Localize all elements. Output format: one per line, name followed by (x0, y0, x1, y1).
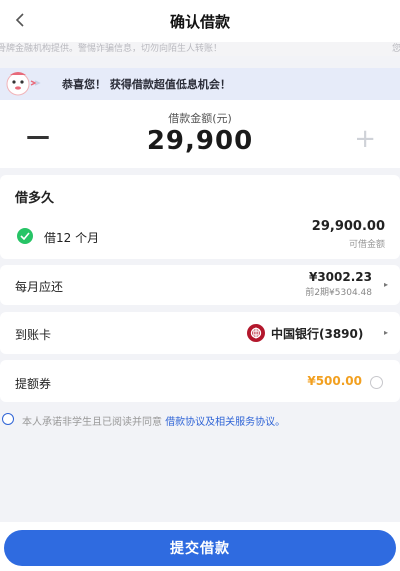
monthly-label: 每月应还 (15, 280, 64, 294)
mascot-icon (2, 69, 42, 99)
agreement-text: 本人承诺非学生且已阅读并同意 借款协议及相关服务协议。 (22, 413, 285, 428)
notice-text: 中骨牌金融机构提供。警惕诈骗信息，切勿向陌生人转账！ (0, 44, 223, 54)
agreement-radio[interactable] (2, 413, 14, 425)
term-title: 借多久 (15, 191, 55, 206)
bank-logo-icon (247, 324, 265, 342)
agreement-prefix: 本人承诺非学生且已阅读并同意 (22, 417, 162, 428)
notice-marquee: 中骨牌金融机构提供。警惕诈骗信息，切勿向陌生人转账！ 您 (0, 42, 400, 56)
term-card: 借多久 (0, 175, 400, 259)
promo-text: 恭喜您！ 获得借款超值低息机会！ (62, 78, 231, 91)
back-icon[interactable] (10, 10, 30, 30)
monthly-sub: 前2期¥5304.48 (305, 288, 372, 298)
coupon-amount: ¥500.00 (307, 374, 362, 388)
term-option[interactable]: 借12 个月 (44, 229, 99, 246)
bank-name: 中国银行(3890) (271, 327, 364, 341)
agreement-link[interactable]: 借款协议及相关服务协议。 (165, 417, 285, 428)
monthly-amount: ¥3002.23 (308, 270, 372, 284)
available-amount-label: 可借金额 (348, 240, 385, 250)
bank-label: 到账卡 (15, 328, 52, 342)
page-title: 确认借款 (169, 12, 230, 31)
chevron-right-icon: ▸ (383, 280, 388, 289)
check-icon[interactable] (17, 228, 33, 244)
increase-button[interactable]: + (354, 124, 376, 154)
amount-label: 借款金额(元) (168, 112, 232, 125)
chevron-right-icon: ▸ (383, 328, 388, 337)
top-bar: 确认借款 (0, 0, 400, 42)
coupon-radio[interactable] (370, 376, 383, 389)
submit-button[interactable]: 提交借款 (4, 530, 396, 566)
coupon-label: 提额券 (15, 377, 52, 391)
amount-card: 借款金额(元) — 29,900 + (0, 100, 400, 168)
amount-value[interactable]: 29,900 (0, 126, 400, 156)
promo-banner: 恭喜您！ 获得借款超值低息机会！ (0, 68, 400, 100)
notice-text-next: 您 (392, 44, 400, 54)
available-amount: 29,900.00 (311, 219, 385, 234)
